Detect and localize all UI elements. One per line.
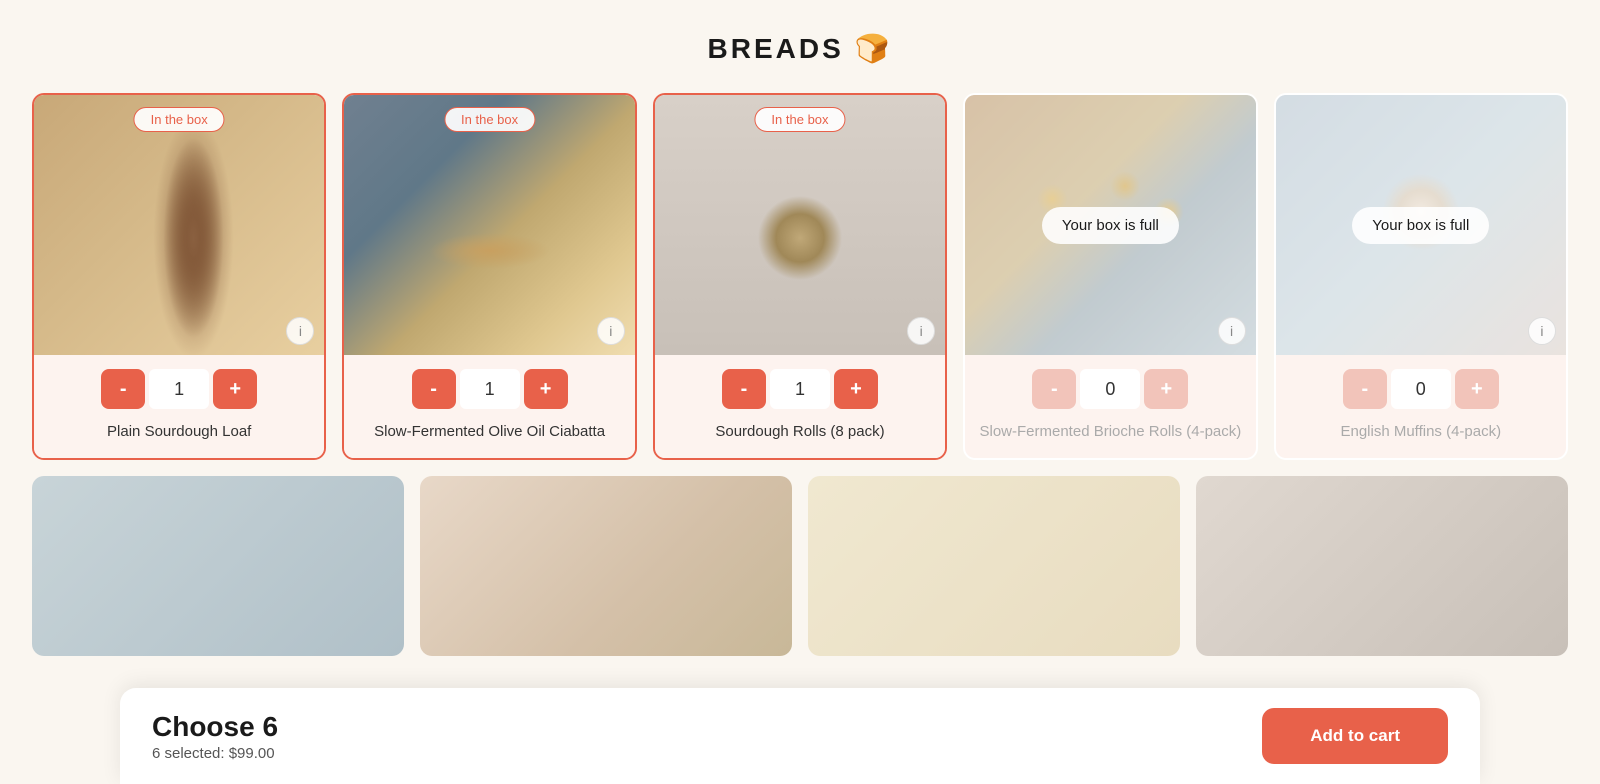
card-image-plain-sourdough: In the box i [34,95,324,355]
bread-emoji: 🍞 [855,33,893,64]
quantity-display-5: 0 [1391,369,1451,409]
product-card-ciabatta: In the box i - 1 + Slow-Fermented Olive … [342,93,636,460]
in-box-badge-1: In the box [134,107,225,132]
box-full-overlay-1: Your box is full [965,95,1255,355]
quantity-display-1: 1 [149,369,209,409]
second-row-card-3 [808,476,1180,656]
bottom-bar: Choose 6 6 selected: $99.00 Add to cart [120,688,1480,784]
quantity-display-3: 1 [770,369,830,409]
page-wrapper: BREADS 🍞 In the box i - 1 + Plain Sourdo… [0,0,1600,784]
card-body-1: - 1 + Plain Sourdough Loaf [34,355,324,458]
product-card-brioche: Your box is full i - 0 + Slow-Fermented … [963,93,1257,460]
plus-button-2[interactable]: + [524,369,568,409]
quantity-controls-4: - 0 + [977,369,1243,409]
choose-title: Choose 6 [152,711,278,743]
choose-sub: 6 selected: $99.00 [152,745,278,762]
quantity-controls-3: - 1 + [667,369,933,409]
card-body-5: - 0 + English Muffins (4-pack) [1276,355,1566,458]
info-icon-3[interactable]: i [907,317,935,345]
quantity-controls-1: - 1 + [46,369,312,409]
plus-button-1[interactable]: + [213,369,257,409]
plus-button-5[interactable]: + [1455,369,1499,409]
box-full-badge-2: Your box is full [1352,207,1489,244]
card-body-2: - 1 + Slow-Fermented Olive Oil Ciabatta [344,355,634,458]
card-body-3: - 1 + Sourdough Rolls (8 pack) [655,355,945,458]
second-row-card-1 [32,476,404,656]
box-full-overlay-2: Your box is full [1276,95,1566,355]
card-image-muffins: Your box is full i [1276,95,1566,355]
minus-button-3[interactable]: - [722,369,766,409]
page-title-text: BREADS [708,33,844,64]
product-card-rolls: In the box i - 1 + Sourdough Rolls (8 pa… [653,93,947,460]
in-box-badge-3: In the box [754,107,845,132]
choose-info: Choose 6 6 selected: $99.00 [152,711,278,762]
card-image-brioche: Your box is full i [965,95,1255,355]
plus-button-4[interactable]: + [1144,369,1188,409]
sourdough-loaf-image [34,95,324,355]
info-icon-4[interactable]: i [1218,317,1246,345]
minus-button-5[interactable]: - [1343,369,1387,409]
minus-button-1[interactable]: - [101,369,145,409]
product-name-5: English Muffins (4-pack) [1288,421,1554,442]
card-body-4: - 0 + Slow-Fermented Brioche Rolls (4-pa… [965,355,1255,458]
card-image-ciabatta: In the box i [344,95,634,355]
quantity-display-2: 1 [460,369,520,409]
quantity-display-4: 0 [1080,369,1140,409]
rolls-image [655,95,945,355]
info-icon-2[interactable]: i [597,317,625,345]
products-grid: In the box i - 1 + Plain Sourdough Loaf … [0,85,1600,468]
info-icon-5[interactable]: i [1528,317,1556,345]
second-row [0,468,1600,664]
quantity-controls-2: - 1 + [356,369,622,409]
page-title: BREADS 🍞 [0,32,1600,65]
add-to-cart-button[interactable]: Add to cart [1262,708,1448,764]
quantity-controls-5: - 0 + [1288,369,1554,409]
product-card-plain-sourdough: In the box i - 1 + Plain Sourdough Loaf [32,93,326,460]
ciabatta-image [344,95,634,355]
box-full-badge-1: Your box is full [1042,207,1179,244]
plus-button-3[interactable]: + [834,369,878,409]
product-name-4: Slow-Fermented Brioche Rolls (4-pack) [977,421,1243,442]
product-name-3: Sourdough Rolls (8 pack) [667,421,933,442]
minus-button-4[interactable]: - [1032,369,1076,409]
second-row-card-2 [420,476,792,656]
page-header: BREADS 🍞 [0,0,1600,85]
product-name-2: Slow-Fermented Olive Oil Ciabatta [356,421,622,442]
product-name-1: Plain Sourdough Loaf [46,421,312,442]
card-image-rolls: In the box i [655,95,945,355]
in-box-badge-2: In the box [444,107,535,132]
product-card-muffins: Your box is full i - 0 + English Muffins… [1274,93,1568,460]
minus-button-2[interactable]: - [412,369,456,409]
second-row-card-4 [1196,476,1568,656]
